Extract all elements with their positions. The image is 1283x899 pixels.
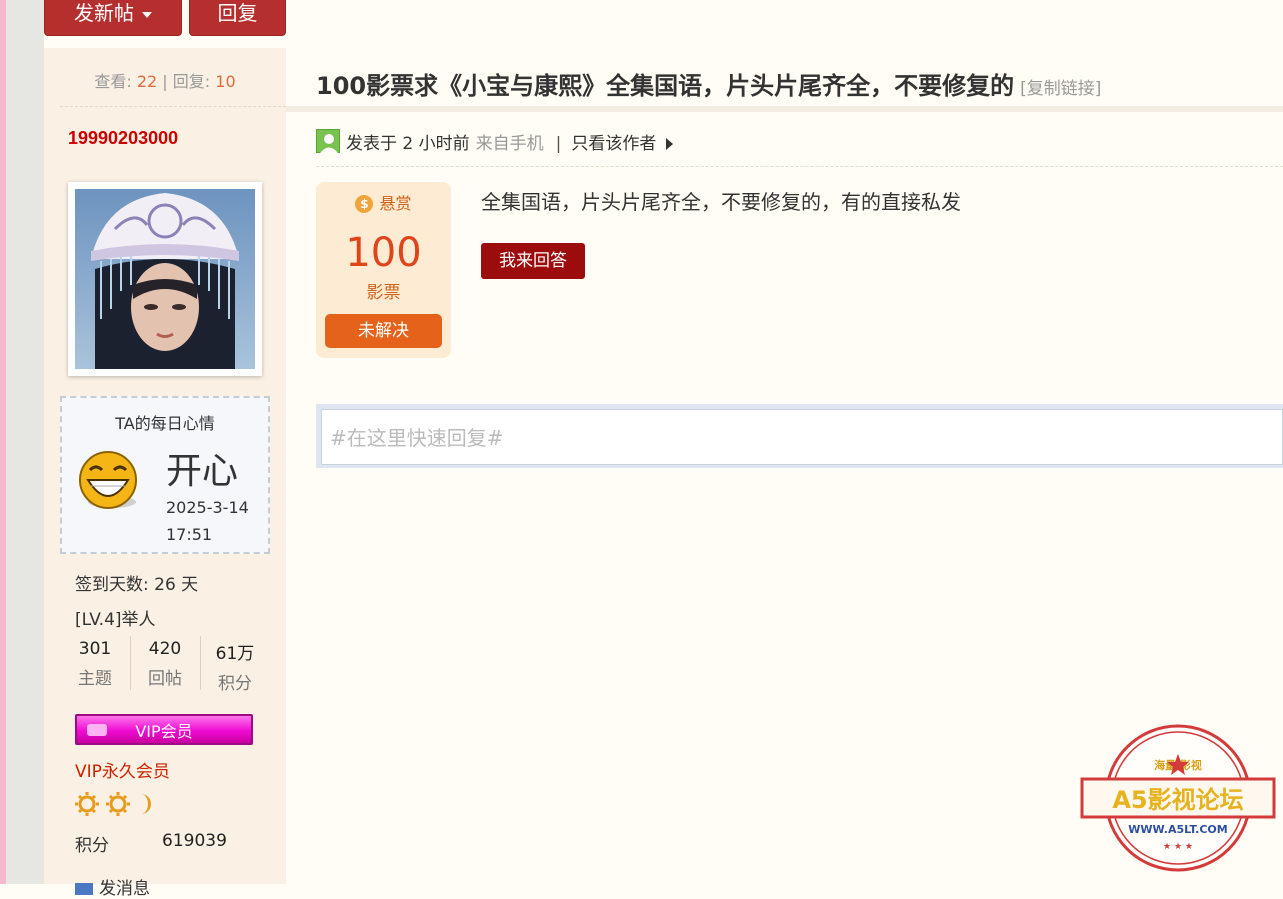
- mood-timestamp: 2025-3-14 17:51: [166, 494, 249, 548]
- replies-label: 回复:: [172, 72, 211, 91]
- mood-title: TA的每日心情: [115, 414, 215, 433]
- stat-value: 420: [148, 639, 182, 659]
- stat-points[interactable]: 61万 积分: [200, 636, 270, 694]
- meta-separator: |: [555, 134, 562, 154]
- mood-time: 17:51: [166, 525, 213, 544]
- answer-button[interactable]: 我来回答: [481, 243, 585, 279]
- stats-separator: |: [162, 72, 168, 91]
- mood-date: 2025-3-14: [166, 498, 249, 517]
- copy-link[interactable]: [复制链接]: [1020, 79, 1101, 99]
- reward-label: 悬赏: [379, 194, 412, 213]
- post-time: 发表于 2 小时前: [346, 134, 470, 154]
- score-label: 积分: [75, 836, 109, 856]
- views-count: 22: [136, 72, 158, 91]
- pointing-hand-icon: [87, 724, 107, 736]
- vip-badge[interactable]: VIP会员: [75, 714, 253, 745]
- stat-label: 回帖: [148, 669, 182, 689]
- post-meta-text: 发表于 2 小时前 来自手机 | 只看该作者: [346, 129, 674, 154]
- sidebar-divider: [60, 106, 286, 107]
- new-post-button[interactable]: 发新帖: [44, 0, 182, 36]
- author-stat-columns: 301 主题 420 回帖 61万 积分: [60, 636, 274, 694]
- stamp-stars: ★ ★ ★: [1163, 842, 1193, 852]
- author-avatar[interactable]: [68, 182, 262, 376]
- author-sidebar: 查看: 22 | 回复: 10 19990203000 TA的每日心情 开心 2…: [44, 48, 286, 899]
- score-row: 积分 619039: [75, 831, 227, 856]
- user-level: [LV.4]举人: [75, 610, 156, 630]
- post-title-row: 100影票求《小宝与康熙》全集国语，片头片尾齐全，不要修复的 [复制链接]: [316, 66, 1101, 101]
- reward-status-button[interactable]: 未解决: [325, 314, 442, 348]
- thread-stats: 查看: 22 | 回复: 10: [44, 68, 286, 92]
- sun-icon: [75, 792, 99, 816]
- avatar: [75, 189, 255, 369]
- user-avatar-icon: [316, 129, 340, 153]
- page-gutter: [6, 0, 44, 884]
- reply-label: 回复: [217, 1, 258, 25]
- quick-reply-box: #在这里快速回复#: [316, 404, 1283, 468]
- quick-reply-input[interactable]: #在这里快速回复#: [321, 409, 1283, 465]
- stat-label: 主题: [78, 669, 112, 689]
- triangle-right-icon: [666, 138, 674, 150]
- score-value: 619039: [162, 831, 227, 851]
- level-icons: [75, 791, 195, 817]
- avatar-portrait: [75, 189, 255, 369]
- sun-icon: [106, 792, 130, 816]
- post-body: 全集国语，片头片尾齐全，不要修复的，有的直接私发: [481, 190, 961, 214]
- stamp-url: WWW.A5LT.COM: [1128, 823, 1227, 836]
- stat-topics[interactable]: 301 主题: [60, 636, 130, 690]
- stat-replies[interactable]: 420 回帖: [130, 636, 200, 690]
- reward-header: $ 悬赏: [316, 190, 451, 214]
- post-source: 来自手机: [475, 134, 544, 154]
- thread-toolbar: 发新帖 回复: [44, 0, 1283, 48]
- happy-face-icon: [78, 450, 140, 512]
- post-title: 100影票求《小宝与康熙》全集国语，片头片尾齐全，不要修复的: [316, 72, 1015, 100]
- vip-status-text: VIP永久会员: [75, 762, 170, 782]
- chevron-down-icon: [142, 11, 152, 18]
- reply-button[interactable]: 回复: [189, 0, 286, 36]
- mood-word: 开心: [166, 451, 239, 492]
- replies-count: 10: [215, 72, 236, 91]
- author-username[interactable]: 19990203000: [68, 128, 178, 149]
- coin-icon: $: [355, 195, 374, 213]
- mail-icon: [75, 883, 93, 895]
- stamp-brand: A5影视论坛: [1112, 786, 1243, 814]
- post-title-bar: 100影票求《小宝与康熙》全集国语，片头片尾齐全，不要修复的 [复制链接]: [286, 54, 1283, 112]
- checkin-days: 签到天数: 26 天: [75, 575, 199, 595]
- send-message-link[interactable]: 发消息: [75, 874, 150, 899]
- stat-value: 61万: [215, 644, 255, 664]
- new-post-label: 发新帖: [74, 1, 134, 25]
- send-message-label: 发消息: [99, 879, 150, 899]
- vip-badge-label: VIP会员: [135, 722, 193, 741]
- reward-box: $ 悬赏 100 影票 未解决: [316, 182, 451, 358]
- views-label: 查看:: [94, 72, 132, 91]
- only-author-link[interactable]: 只看该作者: [571, 134, 656, 154]
- daily-mood-box: TA的每日心情 开心 2025-3-14 17:51: [60, 396, 270, 554]
- reward-unit: 影票: [366, 283, 401, 303]
- site-watermark-stamp: 海量 影视 A5影视论坛 WWW.A5LT.COM ★ ★ ★: [1080, 722, 1276, 874]
- post-meta: 发表于 2 小时前 来自手机 | 只看该作者: [316, 122, 1283, 167]
- reward-amount: 100: [345, 230, 422, 276]
- stat-label: 积分: [218, 674, 252, 694]
- moon-icon: [141, 794, 151, 814]
- stat-value: 301: [78, 639, 112, 659]
